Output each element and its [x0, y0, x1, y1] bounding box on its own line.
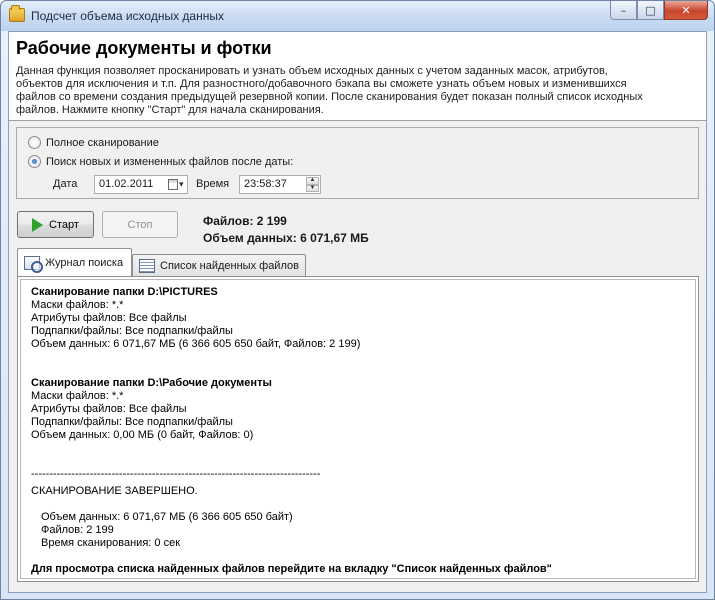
header-panel: Рабочие документы и фотки Данная функция…	[9, 32, 706, 121]
log-line: Сканирование папки D:\Рабочие документы	[31, 377, 272, 389]
time-field[interactable]: 23:58:37 ▲ ▼	[239, 175, 321, 194]
time-label: Время	[196, 178, 230, 190]
full-scan-radio[interactable]	[28, 136, 41, 149]
log-line: Время сканирования: 0 сек	[41, 537, 181, 549]
title-bar[interactable]: Подсчет объема исходных данных – □ ✕	[1, 1, 714, 31]
log-line: Объем данных: 6 071,67 МБ (6 366 605 650…	[41, 511, 293, 523]
log-separator: ----------------------------------------…	[31, 468, 321, 480]
start-button[interactable]: Старт	[17, 211, 94, 238]
spin-up-icon[interactable]: ▲	[306, 177, 319, 185]
log-line: СКАНИРОВАНИЕ ЗАВЕРШЕНО.	[31, 485, 198, 497]
page-title: Рабочие документы и фотки	[16, 38, 272, 58]
file-list-icon	[139, 258, 155, 273]
log-line: Маски файлов: *.*	[31, 390, 124, 402]
stop-label: Стоп	[127, 218, 153, 231]
log-line: Атрибуты файлов: Все файлы	[31, 312, 187, 324]
description-text: Данная функция позволяет просканировать …	[16, 65, 643, 116]
new-files-option[interactable]: Поиск новых и измененных файлов после да…	[28, 155, 293, 168]
start-label: Старт	[49, 218, 79, 231]
calendar-dropdown-button[interactable]: ▾	[168, 177, 186, 192]
log-line: Маски файлов: *.*	[31, 299, 124, 311]
log-line: Объем данных: 6 071,67 МБ (6 366 605 650…	[31, 338, 361, 350]
caption-buttons: – □ ✕	[610, 1, 708, 21]
dialog-body: Рабочие документы и фотки Данная функция…	[8, 31, 707, 593]
full-scan-option[interactable]: Полное сканирование	[28, 136, 159, 149]
journal-search-icon	[24, 255, 43, 273]
date-picker[interactable]: 01.02.2011 ▾	[94, 175, 188, 194]
main-window: Подсчет объема исходных данных – □ ✕ Раб…	[0, 0, 715, 600]
log-line: Подпапки/файлы: Все подпапки/файлы	[31, 416, 233, 428]
tab-search-log-label: Журнал поиска	[45, 256, 124, 269]
stop-button[interactable]: Стоп	[102, 211, 178, 238]
time-spinner[interactable]: ▲ ▼	[306, 177, 319, 192]
window-title: Подсчет объема исходных данных	[31, 9, 224, 23]
tab-found-files[interactable]: Список найденных файлов	[132, 254, 306, 276]
log-line: Файлов: 2 199	[41, 524, 114, 536]
time-value: 23:58:37	[244, 178, 287, 190]
data-volume: Объем данных: 6 071,67 МБ	[203, 231, 369, 245]
log-line: Подпапки/файлы: Все подпапки/файлы	[31, 325, 233, 337]
play-icon	[32, 217, 44, 232]
minimize-button[interactable]: –	[610, 1, 637, 20]
tab-strip: Журнал поиска Список найденных файлов	[17, 248, 700, 276]
new-files-label: Поиск новых и измененных файлов после да…	[46, 155, 294, 168]
new-files-radio[interactable]	[28, 155, 41, 168]
spin-down-icon[interactable]: ▼	[306, 184, 319, 192]
date-value: 01.02.2011	[99, 178, 154, 190]
close-button[interactable]: ✕	[664, 1, 708, 20]
scan-options-group: Полное сканирование Поиск новых и измене…	[16, 127, 699, 199]
maximize-button[interactable]: □	[637, 1, 664, 20]
date-label: Дата	[53, 178, 78, 190]
tab-found-files-label: Список найденных файлов	[160, 259, 299, 272]
tab-panel: Сканирование папки D:\PICTURES Маски фай…	[17, 276, 699, 582]
log-line: Сканирование папки D:\PICTURES	[31, 286, 218, 298]
log-line: Объем данных: 0,00 МБ (0 байт, Файлов: 0…	[31, 429, 254, 441]
log-line: Атрибуты файлов: Все файлы	[31, 403, 187, 415]
search-log[interactable]: Сканирование папки D:\PICTURES Маски фай…	[20, 279, 696, 579]
folder-icon	[9, 5, 25, 22]
files-count: Файлов: 2 199	[203, 214, 287, 228]
tab-search-log[interactable]: Журнал поиска	[17, 248, 132, 276]
log-hint: Для просмотра списка найденных файлов пе…	[31, 563, 552, 575]
full-scan-label: Полное сканирование	[46, 136, 159, 149]
calendar-icon	[168, 179, 178, 190]
